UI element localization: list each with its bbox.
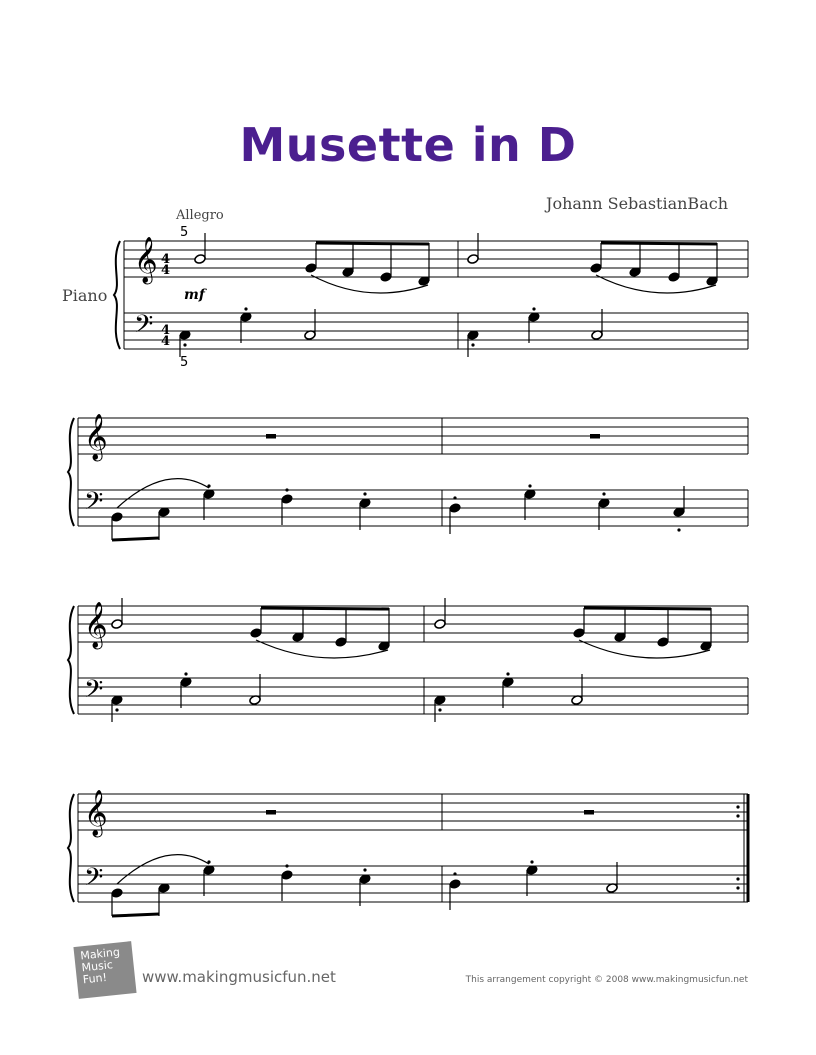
staccato-dot bbox=[530, 860, 534, 864]
beam bbox=[315, 241, 430, 246]
slur bbox=[255, 639, 389, 659]
brace bbox=[66, 417, 75, 527]
staccato-dot bbox=[453, 496, 457, 500]
repeat-dot bbox=[736, 877, 740, 881]
brace bbox=[112, 240, 121, 350]
staccato-dot bbox=[453, 872, 457, 876]
note-head bbox=[111, 619, 123, 629]
brace bbox=[66, 605, 75, 715]
note-head bbox=[111, 888, 123, 898]
staccato-dot bbox=[363, 492, 367, 496]
note-head bbox=[250, 628, 262, 638]
beam bbox=[111, 912, 160, 918]
staccato-dot bbox=[244, 307, 248, 311]
beam bbox=[111, 536, 160, 542]
staccato-dot bbox=[285, 488, 289, 492]
bass-clef-icon: 𝄢 bbox=[134, 310, 153, 345]
note-head bbox=[668, 272, 680, 282]
staccato-dot bbox=[602, 492, 606, 496]
fingering-treble: 5 bbox=[180, 225, 188, 240]
website-link[interactable]: www.makingmusicfun.net bbox=[142, 968, 336, 986]
copyright-text: This arrangement copyright © 2008 www.ma… bbox=[465, 975, 748, 985]
note-head bbox=[434, 619, 446, 629]
whole-rest-icon bbox=[266, 434, 276, 439]
slur bbox=[116, 478, 210, 509]
fingering-bass: 5 bbox=[180, 355, 188, 370]
staccato-dot bbox=[115, 708, 119, 712]
treble-clef-icon: 𝄞 bbox=[84, 414, 108, 462]
treble-clef-icon: 𝄞 bbox=[84, 790, 108, 838]
slur bbox=[116, 854, 210, 885]
note-head bbox=[281, 494, 293, 504]
dynamic-marking: mf bbox=[184, 287, 208, 303]
note-head bbox=[281, 870, 293, 880]
beam bbox=[583, 606, 712, 611]
staccato-dot bbox=[438, 708, 442, 712]
note-head bbox=[305, 263, 317, 273]
time-signature-bottom-bass: 4 bbox=[161, 334, 170, 349]
treble-clef-icon: 𝄞 bbox=[84, 602, 108, 650]
staccato-dot bbox=[183, 343, 187, 347]
note-head bbox=[449, 503, 461, 513]
beam bbox=[260, 606, 390, 611]
brace bbox=[66, 793, 75, 903]
staccato-dot bbox=[506, 672, 510, 676]
staccato-dot bbox=[184, 672, 188, 676]
repeat-dot bbox=[736, 805, 740, 809]
beam bbox=[600, 241, 718, 246]
repeat-dot bbox=[736, 886, 740, 890]
slur bbox=[310, 274, 429, 294]
bass-clef-icon: 𝄢 bbox=[84, 863, 103, 898]
slur bbox=[578, 639, 711, 659]
note-head bbox=[573, 628, 585, 638]
makingmusicfun-logo: Making Music Fun! bbox=[73, 941, 137, 999]
note-head bbox=[657, 637, 669, 647]
whole-rest-icon bbox=[266, 810, 276, 815]
staccato-dot bbox=[363, 868, 367, 872]
time-signature-bottom-treble: 4 bbox=[161, 263, 170, 278]
repeat-dot bbox=[736, 814, 740, 818]
note-head bbox=[111, 512, 123, 522]
staccato-dot bbox=[677, 528, 681, 532]
note-head bbox=[590, 263, 602, 273]
treble-clef-icon: 𝄞 bbox=[134, 237, 158, 285]
staccato-dot bbox=[285, 864, 289, 868]
note-head bbox=[380, 272, 392, 282]
note-head bbox=[335, 637, 347, 647]
staccato-dot bbox=[528, 484, 532, 488]
staccato-dot bbox=[471, 343, 475, 347]
slur bbox=[595, 274, 717, 294]
whole-rest-icon bbox=[584, 810, 594, 815]
bass-clef-icon: 𝄢 bbox=[84, 675, 103, 710]
staccato-dot bbox=[532, 307, 536, 311]
note-head bbox=[467, 254, 479, 264]
note-head bbox=[449, 879, 461, 889]
bass-clef-icon: 𝄢 bbox=[84, 487, 103, 522]
note-head bbox=[194, 254, 206, 264]
music-score: 𝄞𝄢𝄞𝄢𝄞𝄢𝄞𝄢 mf 4 4 4 4 5 5 bbox=[66, 225, 750, 918]
whole-rest-icon bbox=[590, 434, 600, 439]
